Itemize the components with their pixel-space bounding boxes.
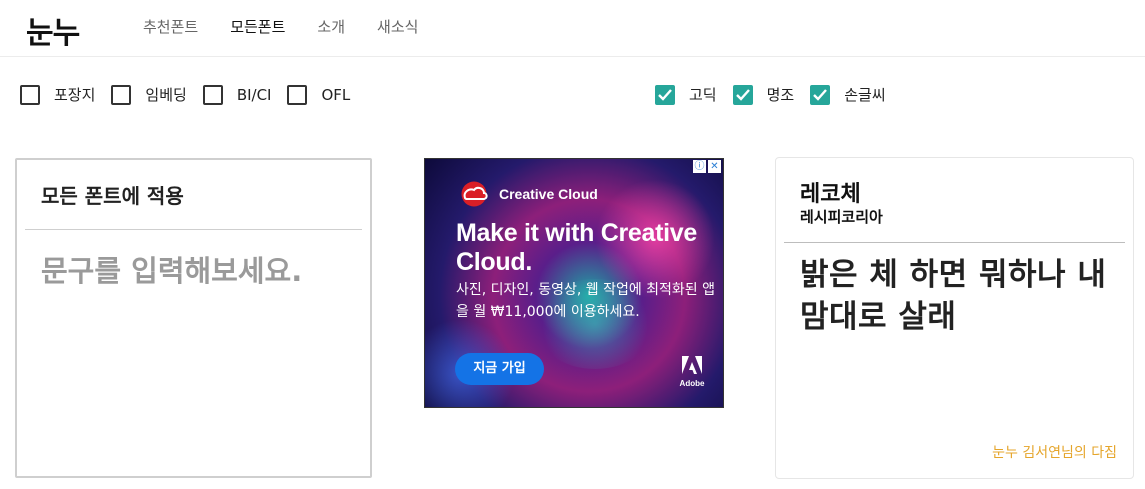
main-nav: 추천폰트 모든폰트 소개 새소식 xyxy=(143,17,450,37)
filter-ofl[interactable]: OFL xyxy=(287,83,350,107)
filter-label-ofl: OFL xyxy=(321,86,351,104)
creative-cloud-icon xyxy=(461,181,488,207)
checkbox-embedding[interactable] xyxy=(111,85,132,105)
apply-all-title: 모든 폰트에 적용 xyxy=(41,184,184,208)
category-filters: 고딕 명조 손글씨 xyxy=(655,83,902,107)
filter-label-gothic: 고딕 xyxy=(689,86,717,104)
license-filters: 포장지 임베딩 BI/CI OFL xyxy=(20,83,366,107)
checkbox-gothic[interactable] xyxy=(655,85,675,105)
filter-label-packaging: 포장지 xyxy=(54,86,96,104)
ad-headline: Make it with Creative Cloud. xyxy=(456,219,698,276)
adchoices[interactable]: ⓘ ✕ xyxy=(693,160,721,173)
font-card[interactable]: 레코체 레시피코리아 밝은 체 하면 뭐하나 내 맘대로 살래 눈누 김서연님의… xyxy=(775,157,1134,479)
adobe-icon xyxy=(682,356,702,374)
filter-label-embedding: 임베딩 xyxy=(145,86,187,104)
filter-bici[interactable]: BI/CI xyxy=(202,83,272,107)
font-sample-text: 밝은 체 하면 뭐하나 내 맘대로 살래 xyxy=(800,257,1107,335)
checkbox-myeongjo[interactable] xyxy=(732,85,753,105)
card-divider xyxy=(25,229,362,230)
ad-close-icon[interactable]: ✕ xyxy=(708,160,721,173)
filter-packaging[interactable]: 포장지 xyxy=(20,83,95,107)
filter-embedding[interactable]: 임베딩 xyxy=(111,83,187,107)
checkbox-bici[interactable] xyxy=(202,85,223,105)
ad-signup-button[interactable]: 지금 가입 xyxy=(455,353,544,385)
ad-body-text: 사진, 디자인, 동영상, 웹 작업에 최적화된 앱을 월 ₩11,000에 이… xyxy=(456,282,716,320)
card-divider xyxy=(784,242,1125,243)
filter-label-handwriting: 손글씨 xyxy=(844,86,886,104)
top-header: 눈누 추천폰트 모든폰트 소개 새소식 xyxy=(0,0,1145,57)
font-name[interactable]: 레코체 xyxy=(800,176,861,208)
site-logo[interactable]: 눈누 xyxy=(26,8,80,52)
nav-recommended[interactable]: 추천폰트 xyxy=(143,17,198,37)
nav-all-fonts[interactable]: 모든폰트 xyxy=(230,17,285,37)
filter-label-myeongjo: 명조 xyxy=(766,86,795,104)
filter-label-bici: BI/CI xyxy=(236,86,272,104)
sample-credit: 눈누 김서연님의 다짐 xyxy=(992,445,1117,461)
checkbox-ofl[interactable] xyxy=(287,85,308,105)
ad-brand: Creative Cloud xyxy=(455,181,598,207)
nav-news[interactable]: 새소식 xyxy=(377,17,418,37)
checkbox-packaging[interactable] xyxy=(20,85,40,105)
nav-about[interactable]: 소개 xyxy=(317,17,345,37)
adobe-label: Adobe xyxy=(679,379,705,388)
font-foundry: 레시피코리아 xyxy=(800,208,883,226)
sample-text-input[interactable]: 문구를 입력해보세요. xyxy=(41,248,302,290)
apply-all-card: 모든 폰트에 적용 문구를 입력해보세요. xyxy=(15,158,372,478)
ad-info-icon[interactable]: ⓘ xyxy=(693,160,706,173)
filter-myeongjo[interactable]: 명조 xyxy=(732,83,795,107)
ad-brand-name: Creative Cloud xyxy=(499,186,598,202)
filter-gothic[interactable]: 고딕 xyxy=(655,83,717,107)
advertisement-banner[interactable]: ⓘ ✕ Creative Cloud Make it with Creative… xyxy=(424,158,724,408)
filter-handwriting[interactable]: 손글씨 xyxy=(810,83,886,107)
adobe-logo: Adobe xyxy=(679,356,705,388)
checkbox-handwriting[interactable] xyxy=(810,85,831,105)
